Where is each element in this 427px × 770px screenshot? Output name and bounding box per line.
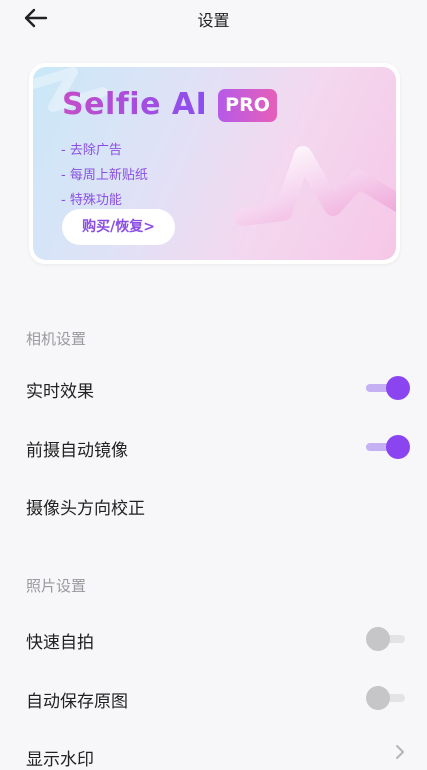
pro-banner[interactable]: Selfie AI PRO - 去除广告 - 每周上新贴纸 - 特殊功能 购买/… [33, 67, 396, 260]
page-title: 设置 [197, 11, 230, 30]
benefit-item: - 特殊功能 [61, 193, 122, 208]
front-mirror-toggle[interactable] [366, 435, 410, 459]
section-header-photo: 照片设置 [26, 577, 87, 595]
live-effect-toggle[interactable] [366, 376, 410, 400]
setting-label: 实时效果 [26, 382, 94, 402]
setting-label: 快速自拍 [26, 633, 94, 653]
top-bar: 设置 [0, 0, 427, 36]
toggle-knob [366, 627, 390, 651]
section-header-camera: 相机设置 [26, 330, 87, 348]
buy-restore-button[interactable]: 购买/恢复> [62, 209, 175, 245]
toggle-knob [366, 686, 390, 710]
toggle-knob [386, 435, 410, 459]
benefit-item: - 每周上新贴纸 [61, 168, 148, 183]
quick-selfie-toggle[interactable] [366, 627, 412, 651]
save-original-toggle[interactable] [366, 686, 412, 710]
setting-label: 摄像头方向校正 [26, 499, 145, 519]
pro-badge: PRO [218, 89, 277, 122]
toggle-knob [386, 376, 410, 400]
setting-label: 自动保存原图 [26, 692, 128, 712]
setting-label: 前摄自动镜像 [26, 441, 128, 461]
brand-title: Selfie AI [62, 87, 208, 122]
benefit-item: - 去除广告 [61, 143, 122, 158]
